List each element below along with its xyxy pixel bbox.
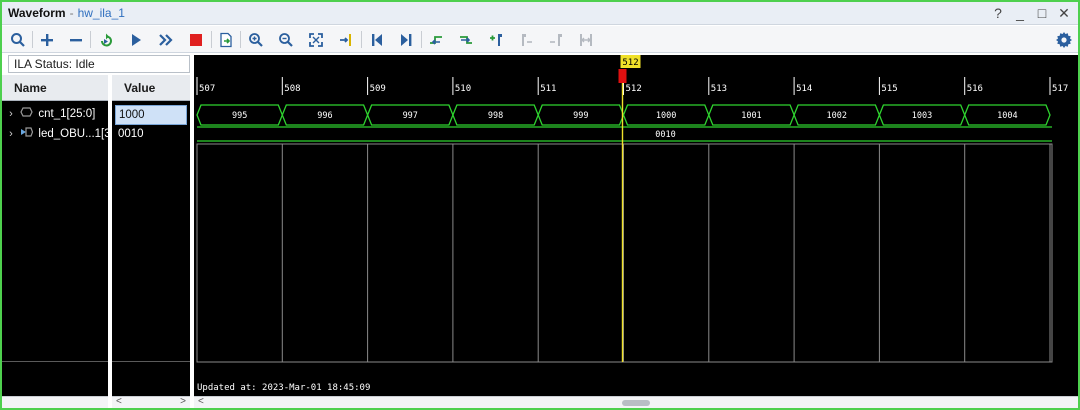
window-subtitle[interactable]: hw_ila_1 [78,6,125,20]
bus-value: 1000 [656,111,676,121]
fast-forward-icon[interactable] [156,30,176,49]
tick-label: 508 [284,84,300,94]
bus-value: 1004 [997,111,1017,121]
window-controls: ? _ □ ✕ [992,4,1070,22]
names-scrollbar[interactable] [2,396,108,408]
tick-label: 514 [796,84,812,94]
scroll-left-icon[interactable]: < [198,396,204,407]
signal-row-led[interactable]: › led_OBU...1[3:0 [2,123,108,145]
title-bar: Waveform - hw_ila_1 ? _ □ ✕ [2,2,1078,25]
expand-icon[interactable]: › [5,123,17,145]
signal-name: cnt_1[25:0] [38,108,96,121]
zoom-fit-icon[interactable] [306,30,326,49]
help-icon[interactable]: ? [992,4,1004,22]
search-icon[interactable] [8,30,28,49]
trigger-marker [618,69,627,83]
zoom-out-icon[interactable] [276,30,296,49]
cursor-label: 512 [622,58,638,68]
tick-label: 513 [711,84,727,94]
waveform-canvas[interactable]: 507 508 509 510 511 512 513 514 515 516 517 995 996 9… [194,55,1078,408]
signal-value: 1000 [115,105,187,125]
swap-cursors-icon[interactable] [576,30,596,49]
maximize-icon[interactable]: □ [1036,4,1048,22]
tick-label: 509 [370,84,386,94]
close-icon[interactable]: ✕ [1058,4,1070,22]
bus-value: 1001 [741,111,761,121]
waveform-plot[interactable]: 507 508 509 510 511 512 513 514 515 516 517 995 996 9… [194,55,1078,396]
scroll-left-icon[interactable]: < [116,396,122,407]
go-to-cursor-icon[interactable] [336,30,356,49]
expand-icon[interactable]: › [5,103,17,125]
ila-status: ILA Status: Idle [8,55,190,73]
title-separator: - [69,6,74,20]
bus-value: 1003 [912,111,932,121]
bus-value: 995 [232,111,247,121]
next-transition-icon[interactable] [456,30,476,49]
stop-icon[interactable] [186,30,206,49]
tick-label: 507 [199,84,215,94]
waveform-scrollbar[interactable]: < [194,396,1078,408]
bus-value: 1002 [827,111,847,121]
tick-label: 516 [967,84,983,94]
grid-frame [196,143,1053,363]
play-icon[interactable] [126,30,146,49]
tick-label: 511 [540,84,556,94]
led-value: 0010 [655,130,675,140]
zoom-in-icon[interactable] [246,30,266,49]
scroll-right-icon[interactable]: > [180,396,186,407]
tick-label: 510 [455,84,471,94]
tick-label: 512 [626,84,642,94]
go-to-first-icon[interactable] [367,30,387,49]
bus-value: 997 [403,111,418,121]
value-row-cnt[interactable]: 1000 [112,103,190,125]
led-bus [197,126,1052,142]
values-scrollbar[interactable]: < > [112,396,190,408]
bus-value: 996 [317,111,332,121]
gear-icon[interactable] [1054,30,1074,49]
signal-values-panel: Value 1000 0010 < > [112,75,190,408]
previous-transition-icon[interactable] [426,30,446,49]
signal-name: led_OBU...1[3:0 [38,128,108,141]
updated-timestamp: Updated at: 2023-Mar-01 18:45:09 [197,383,370,393]
go-to-last-icon[interactable] [396,30,416,49]
export-icon[interactable] [216,30,236,49]
minus-icon[interactable] [66,30,86,49]
signal-value: 0010 [118,128,144,140]
run-trigger-immediate-icon[interactable] [96,30,116,49]
previous-marker-icon[interactable] [516,30,536,49]
bus-value: 998 [488,111,503,121]
add-marker-icon[interactable] [486,30,506,49]
minimize-icon[interactable]: _ [1014,4,1026,22]
value-column-header[interactable]: Value [112,75,190,101]
tick-label: 517 [1052,84,1068,94]
name-column-header[interactable]: Name [2,75,108,101]
bus-signal-icon [20,103,33,125]
value-row-led[interactable]: 0010 [112,123,190,145]
plus-icon[interactable] [37,30,57,49]
next-marker-icon[interactable] [546,30,566,49]
tick-label: 515 [881,84,897,94]
scrollbar-thumb[interactable] [622,400,650,406]
signal-row-cnt[interactable]: › cnt_1[25:0] [2,103,108,125]
output-bus-icon [20,123,34,145]
toolbar [2,26,1078,53]
signal-names-panel: Name › cnt_1[25:0] › led_OBU...1[3:0 [2,75,108,408]
bus-value: 999 [573,111,588,121]
window-title: Waveform [8,6,66,20]
